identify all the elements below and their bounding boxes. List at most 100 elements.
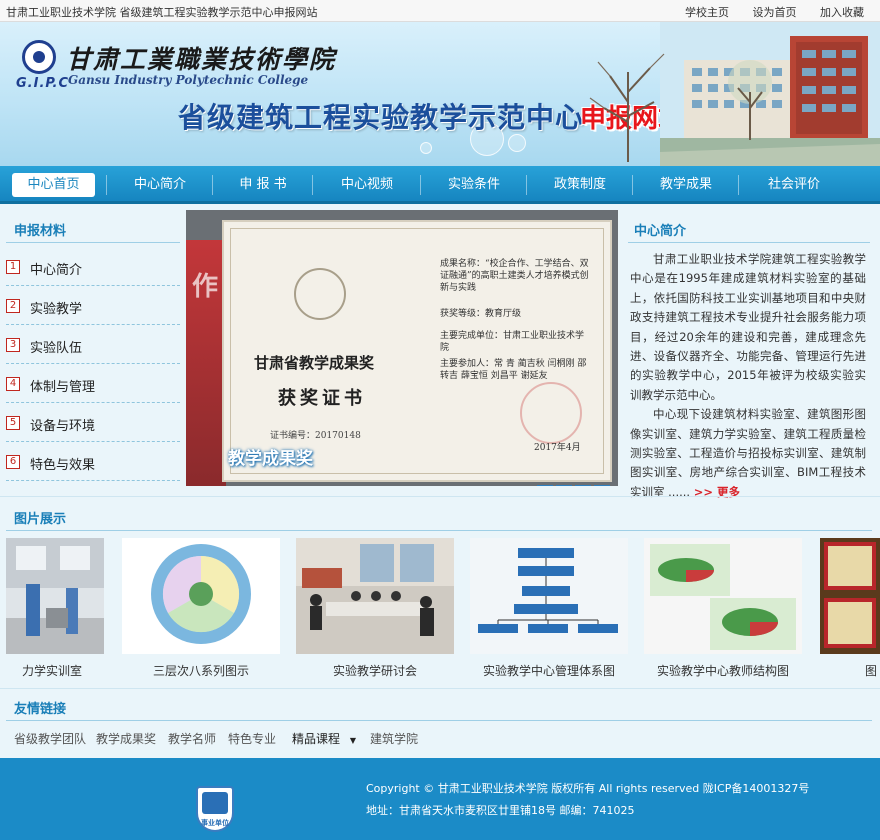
- number-badge: 3: [6, 338, 20, 352]
- material-label: 中心简介: [30, 263, 83, 278]
- divider: [0, 496, 880, 497]
- nav-achievements[interactable]: 教学成果: [638, 173, 734, 197]
- gallery-caption: 实验教学中心教师结构图: [656, 664, 789, 678]
- gallery-caption: 三层次八系列图示: [152, 664, 249, 678]
- material-label: 特色与效果: [30, 458, 96, 473]
- site-title: 甘肃工业职业技术学院 省级建筑工程实验教学示范中心申报网站: [6, 6, 318, 19]
- gallery-photo-mechanics-lab[interactable]: [6, 538, 104, 654]
- nav-separator: [106, 175, 107, 195]
- certificate-number: 证书编号：20170148: [270, 431, 361, 441]
- number-badge: 6: [6, 455, 20, 469]
- friend-link[interactable]: 建筑学院: [370, 730, 418, 747]
- material-label: 实验教学: [30, 302, 83, 317]
- intro-paragraph: 中心现下设建筑材料实验室、建筑图形图像实训室、建筑力学实验室、建筑工程质量检测实…: [630, 405, 866, 502]
- certificate-result-name: 成果名称：“校企合作、工学结合、双证融通”的高职土建类人才培养模式创新与实践: [440, 259, 589, 293]
- tree-decoration: [589, 53, 665, 162]
- award-certificate-image: 甘肃省教学成果奖 获奖证书 证书编号：20170148 成果名称：“校企合作、工…: [222, 220, 612, 482]
- nav-separator: [420, 175, 421, 195]
- nav-policies[interactable]: 政策制度: [532, 173, 628, 197]
- campus-building-image: [660, 22, 880, 166]
- nav-home[interactable]: 中心首页: [12, 173, 95, 197]
- certificate-heading: 获奖证书: [278, 388, 366, 409]
- material-item-equipment[interactable]: 5 设备与环境: [6, 404, 180, 442]
- gallery-photo-diagram[interactable]: [122, 538, 280, 654]
- material-label: 实验队伍: [30, 341, 83, 356]
- gallery-photo-awards[interactable]: [820, 538, 880, 654]
- divider: [628, 242, 870, 243]
- gallery-photo-seminar[interactable]: [296, 538, 454, 654]
- red-stamp-icon: [520, 382, 582, 444]
- certificate-emblem-icon: [294, 268, 346, 320]
- nav-application[interactable]: 申 报 书: [218, 173, 308, 197]
- divider: [6, 720, 872, 721]
- school-home-link[interactable]: 学校主页: [685, 6, 729, 19]
- divider: [6, 242, 180, 243]
- friend-link[interactable]: 特色专业: [228, 730, 276, 747]
- school-abbr: G.I.P.C: [16, 76, 70, 91]
- material-item-features[interactable]: 6 特色与效果: [6, 443, 180, 481]
- gallery-photo-teacher-chart[interactable]: [644, 538, 802, 654]
- set-homepage-link[interactable]: 设为首页: [753, 6, 797, 19]
- nav-separator: [212, 175, 213, 195]
- nav-separator: [738, 175, 739, 195]
- friend-link[interactable]: 教学成果奖: [96, 730, 156, 747]
- add-favorite-link[interactable]: 加入收藏: [820, 6, 864, 19]
- gallery-caption: 图: [864, 664, 877, 678]
- certificate-unit: 主要完成单位：甘肃工业职业技术学院: [440, 331, 585, 353]
- nav-separator: [632, 175, 633, 195]
- divider: [0, 688, 880, 689]
- footer-address: 地址：甘肃省天水市麦积区廿里铺18号 邮编：741025: [366, 804, 635, 817]
- school-name-cn: 甘肃工業職業技術學院: [66, 45, 337, 74]
- bubble-decoration: [420, 142, 432, 154]
- material-item-team[interactable]: 3 实验队伍: [6, 326, 180, 364]
- divider: [6, 530, 872, 531]
- friend-link[interactable]: 教学名师: [168, 730, 216, 747]
- banner-title: 省级建筑工程实验教学示范中心: [178, 101, 585, 134]
- material-item-teaching[interactable]: 2 实验教学: [6, 287, 180, 325]
- footer-copyright: Copyright © 甘肃工业职业技术学院 版权所有 All rights r…: [366, 782, 810, 795]
- friend-link-dropdown[interactable]: 精品课程 ▼: [292, 730, 356, 747]
- badge-label: 事业单位: [201, 819, 229, 827]
- gallery-photo-management-chart[interactable]: [470, 538, 628, 654]
- nav-center-intro[interactable]: 中心简介: [112, 173, 208, 197]
- material-label: 设备与环境: [30, 419, 96, 434]
- intro-paragraph-text: 中心现下设建筑材料实验室、建筑图形图像实训室、建筑力学实验室、建筑工程质量检测实…: [630, 407, 866, 499]
- dropdown-label: 精品课程: [292, 732, 341, 746]
- dropdown-arrow-icon: ▼: [349, 736, 356, 745]
- school-name-en: Gansu Industry Polytechnic College: [68, 73, 309, 87]
- nav-video[interactable]: 中心视频: [318, 173, 416, 197]
- institution-badge-icon[interactable]: 事业单位: [196, 786, 234, 832]
- gallery-caption: 力学实训室: [21, 664, 82, 678]
- header-banner: G.I.P.C 甘肃工業職業技術學院 Gansu Industry Polyte…: [0, 22, 880, 166]
- top-bar: 甘肃工业职业技术学院 省级建筑工程实验教学示范中心申报网站 学校主页 设为首页 …: [0, 0, 880, 22]
- nav-evaluation[interactable]: 社会评价: [744, 173, 844, 197]
- slide-indicator[interactable]: [534, 478, 610, 486]
- certificate-date: 2017年4月: [534, 443, 581, 453]
- friend-links-title: 友情链接: [14, 702, 67, 717]
- school-emblem-icon[interactable]: [22, 40, 56, 74]
- number-badge: 2: [6, 299, 20, 313]
- friend-link[interactable]: 省级教学团队: [14, 730, 86, 747]
- certificate-title: 甘肃省教学成果奖: [254, 354, 375, 372]
- nav-conditions[interactable]: 实验条件: [426, 173, 522, 197]
- nav-separator: [312, 175, 313, 195]
- gallery-caption: 实验教学中心管理体系图: [482, 664, 615, 678]
- footer: 事业单位 Copyright © 甘肃工业职业技术学院 版权所有 All rig…: [0, 758, 880, 840]
- intro-paragraph: 甘肃工业职业技术学院建筑工程实验教学中心是在1995年建成建筑材料实验室的基础上…: [630, 252, 866, 402]
- material-item-management[interactable]: 4 体制与管理: [6, 365, 180, 403]
- gallery-caption: 实验教学研讨会: [332, 664, 417, 678]
- gallery-title: 图片展示: [14, 512, 67, 527]
- banner-photo-fragment: 作: [186, 240, 226, 486]
- material-label: 体制与管理: [30, 380, 96, 395]
- bubble-decoration: [508, 134, 526, 152]
- number-badge: 1: [6, 260, 20, 274]
- certificate-participants: 主要参加人：常 青 蔺吉秋 闫桐刚 邵转吉 薛宝恒 刘昌平 谢延友: [440, 359, 587, 381]
- main-nav: 中心首页 中心简介 申 报 书 中心视频 实验条件 政策制度 教学成果 社会评价: [0, 166, 880, 204]
- number-badge: 4: [6, 377, 20, 391]
- materials-title: 申报材料: [14, 224, 67, 239]
- feature-slideshow[interactable]: 作 甘肃省教学成果奖 获奖证书 证书编号：20170148 成果名称：“校企合作…: [186, 210, 618, 486]
- top-links: 学校主页 设为首页 加入收藏: [665, 4, 864, 20]
- material-item-intro[interactable]: 1 中心简介: [6, 248, 180, 286]
- feature-caption: 教学成果奖: [228, 449, 313, 469]
- certificate-award-level: 获奖等级：教育厅级: [440, 309, 522, 319]
